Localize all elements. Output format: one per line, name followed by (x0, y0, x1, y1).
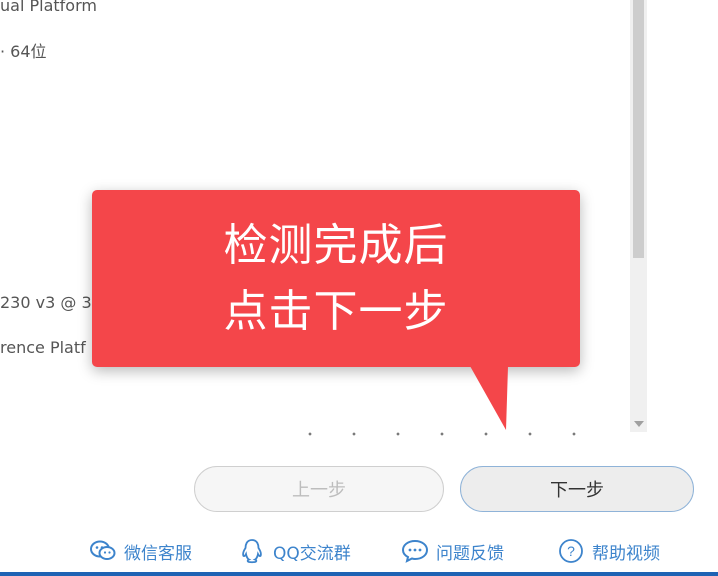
platform-info-text: ual Platform (0, 0, 97, 15)
footer-link-feedback[interactable]: 问题反馈 (400, 538, 504, 564)
qq-icon (237, 538, 267, 564)
callout-pointer (470, 366, 508, 430)
dotted-divider (288, 432, 578, 436)
scrollbar-thumb[interactable] (633, 0, 644, 258)
footer-link-wechat-service[interactable]: 微信客服 (88, 538, 192, 564)
footer-link-label: 问题反馈 (436, 543, 504, 564)
callout-line-2: 点击下一步 (223, 286, 449, 337)
os-bits-text: · 64位 (0, 42, 47, 61)
footer-links: 微信客服 QQ交流群 问题反馈 ? 帮助视频 (0, 528, 718, 572)
help-icon: ? (556, 538, 586, 564)
reference-platform-text: rence Platf (0, 338, 86, 357)
footer-link-label: 微信客服 (124, 543, 192, 564)
callout-line-1: 检测完成后 (223, 220, 449, 271)
feedback-icon (400, 538, 430, 564)
svg-text:?: ? (567, 543, 575, 559)
footer-link-label: QQ交流群 (273, 543, 351, 564)
previous-step-button[interactable]: 上一步 (194, 466, 444, 512)
footer-link-qq-group[interactable]: QQ交流群 (237, 538, 351, 564)
wechat-icon (88, 538, 118, 564)
footer-link-label: 帮助视频 (592, 543, 660, 564)
cpu-info-text: 230 v3 @ 3 (0, 293, 92, 312)
scroll-down-arrow-icon[interactable] (630, 415, 647, 432)
footer-link-help-video[interactable]: ? 帮助视频 (556, 538, 660, 564)
installer-window: ual Platform · 64位 230 v3 @ 3 rence Plat… (0, 0, 718, 576)
next-step-button[interactable]: 下一步 (460, 466, 694, 512)
window-bottom-border (0, 572, 718, 576)
tooltip-callout (92, 190, 580, 367)
